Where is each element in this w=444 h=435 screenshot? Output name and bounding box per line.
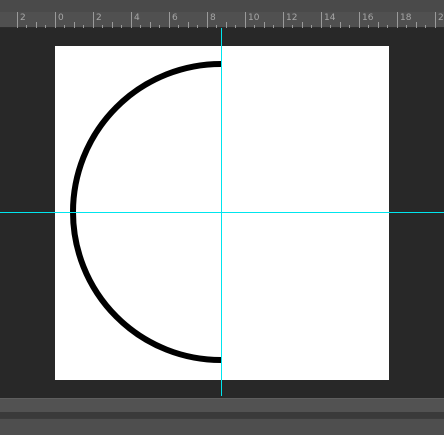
status-bar bbox=[0, 418, 444, 435]
editor-window: 2 0 2 4 6 8 10 12 14 16 18 2 bbox=[0, 0, 444, 435]
horizontal-scrollbar[interactable] bbox=[0, 398, 444, 412]
shape-layer bbox=[70, 61, 222, 363]
horizontal-guide[interactable] bbox=[0, 212, 444, 213]
